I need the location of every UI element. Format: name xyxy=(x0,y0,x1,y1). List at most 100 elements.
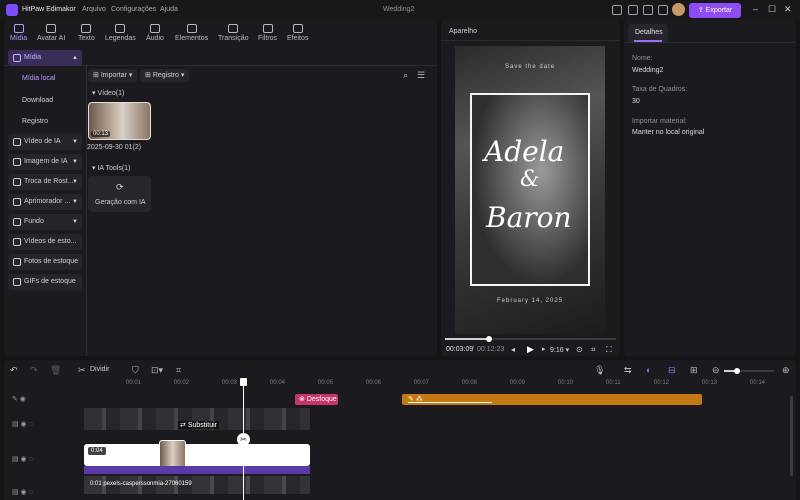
sidebar-item-media[interactable]: Mídia ▲ xyxy=(8,50,82,66)
sidebar-sub-local[interactable]: Mídia local xyxy=(22,75,55,82)
crop-tool-icon[interactable]: ⌗ xyxy=(176,365,181,376)
zoom-slider[interactable] xyxy=(724,368,774,374)
media-thumbnail[interactable]: 00:13 xyxy=(88,102,151,140)
tab-subtitles[interactable]: Legendas xyxy=(105,24,136,42)
refresh-icon: ⟳ xyxy=(116,182,124,192)
preview-progress-track[interactable] xyxy=(445,336,616,342)
ruler-tick: 00:10 xyxy=(558,380,574,386)
tab-effects[interactable]: Efeitos xyxy=(287,24,308,42)
track-3-controls[interactable]: ▤ ◉ ◌ xyxy=(12,488,33,496)
marker-icon[interactable]: ⊡▾ xyxy=(151,365,163,376)
track-2-controls[interactable]: ▤ ◉ ◌ xyxy=(12,455,33,463)
maximize-icon[interactable]: ☐ xyxy=(768,4,776,15)
fullscreen-icon[interactable]: ⛶ xyxy=(606,345,612,355)
sidebar-item-stock-gif[interactable]: GIFs de estoque xyxy=(8,274,82,290)
sidebar-item-ai-image[interactable]: Imagem de IA ▼ xyxy=(8,154,82,170)
tab-text[interactable]: Texto xyxy=(78,24,95,42)
help-icon[interactable] xyxy=(658,5,668,15)
link-icon[interactable]: ⇆ xyxy=(624,365,632,376)
search-icon[interactable]: ⌕ xyxy=(403,70,408,81)
ai-generation-card[interactable]: ⟳ Geração com IA xyxy=(88,176,151,212)
sidebar-sub-download[interactable]: Download xyxy=(22,97,53,104)
tab-details[interactable]: Detalhes xyxy=(628,24,668,42)
blur-effect-clip[interactable]: ⊗ Desfoque xyxy=(295,394,338,405)
ampersand: & xyxy=(520,167,540,192)
ruler-tick: 00:11 xyxy=(606,380,621,386)
zoom-slider-handle[interactable] xyxy=(734,368,740,374)
next-frame-icon[interactable]: ▸ xyxy=(542,345,546,353)
sidebar-item-stock-video[interactable]: Vídeos de esto... xyxy=(8,234,82,250)
project-title: Wedding2 xyxy=(383,6,415,13)
chevron-down-icon: ▼ xyxy=(72,139,78,145)
minimize-icon[interactable]: – xyxy=(753,4,758,14)
magnet-icon[interactable]: ◐ xyxy=(646,365,651,375)
subtitle-icon xyxy=(115,24,126,33)
avatar[interactable] xyxy=(672,3,685,16)
zoom-in-icon[interactable]: ⊕ xyxy=(782,365,790,376)
chevron-up-icon: ▲ xyxy=(72,55,78,61)
menu-settings[interactable]: Configurações xyxy=(111,6,156,13)
split-scissors-icon[interactable]: ✂ xyxy=(237,433,250,446)
aspect-ratio-select[interactable]: 9:16 ▾ xyxy=(550,346,569,354)
mail-icon[interactable] xyxy=(628,5,638,15)
video-section-header[interactable]: ▾ Vídeo(1) xyxy=(92,89,124,97)
tab-media[interactable]: Mídia xyxy=(10,24,27,42)
play-icon[interactable]: ▶ xyxy=(527,344,534,355)
ia-section-header[interactable]: ▾ IA Tools(1) xyxy=(92,164,130,172)
import-button[interactable]: ⊞ Importar ▾ xyxy=(88,69,138,82)
list-view-icon[interactable]: ☰ xyxy=(417,70,425,81)
snap-icon[interactable]: ⊟ xyxy=(668,365,676,376)
cart-icon[interactable] xyxy=(612,5,622,15)
tab-transition[interactable]: Transição xyxy=(218,24,248,42)
timeline-scrollbar[interactable] xyxy=(790,396,793,476)
crop-icon[interactable]: ⌗ xyxy=(591,345,596,355)
timeline-ruler[interactable]: 00:01 00:02 00:03 00:04 00:05 00:06 00:0… xyxy=(84,378,796,390)
tab-audio[interactable]: Áudio xyxy=(146,24,164,42)
app-logo xyxy=(6,4,18,16)
sidebar-item-enhancer[interactable]: Aprimorador ... ▼ xyxy=(8,194,82,210)
registry-button[interactable]: ⊞ Registro ▾ xyxy=(140,69,190,82)
effect-track-controls[interactable]: ✎ ◉ xyxy=(12,395,26,403)
audio-icon xyxy=(149,24,160,33)
undo-icon[interactable]: ↶ xyxy=(10,365,18,376)
snapshot-icon[interactable]: ⊙ xyxy=(576,345,583,354)
replace-button[interactable]: ⇄ Substituir xyxy=(178,421,219,429)
prev-frame-icon[interactable]: ◂ xyxy=(511,345,515,354)
export-button[interactable]: ⇪ Exportar xyxy=(689,3,741,18)
message-icon[interactable] xyxy=(643,5,653,15)
clip-duration-badge: 0:04 xyxy=(88,447,106,455)
preview-panel: Aparelho Save the date Adela & Baron Feb… xyxy=(441,20,620,356)
menu-file[interactable]: Arquivo xyxy=(82,6,106,13)
time-current: 00:03:09 xyxy=(446,346,474,353)
delete-icon[interactable]: 🗑 xyxy=(50,365,61,376)
ruler-tick: 00:09 xyxy=(510,380,526,386)
name-value: Wedding2 xyxy=(632,67,664,74)
menu-help[interactable]: Ajuda xyxy=(160,6,178,13)
track-1-controls[interactable]: ▤ ◉ ◌ xyxy=(12,420,33,428)
sidebar-item-face-swap[interactable]: Troca de Rost... ▼ xyxy=(8,174,82,190)
zoom-out-icon[interactable]: ⊖ xyxy=(712,365,720,376)
microphone-icon[interactable]: 🎙 xyxy=(594,365,605,376)
sidebar-item-stock-photo[interactable]: Fotos de estoque xyxy=(8,254,82,270)
orange-effect-clip[interactable]: ✎ ⁂ xyxy=(402,394,702,405)
transition-icon xyxy=(228,24,239,33)
sidebar-sub-registry[interactable]: Registro xyxy=(22,118,48,125)
main-video-clip[interactable]: 0:04 xyxy=(84,444,310,466)
sidebar-item-ai-video[interactable]: Vídeo de IA ▼ xyxy=(8,134,82,150)
video-preview[interactable]: Save the date Adela & Baron February 14,… xyxy=(455,46,605,334)
fit-icon[interactable]: ⊞ xyxy=(690,365,698,376)
divider xyxy=(86,66,87,356)
sidebar-item-background[interactable]: Fundo ▼ xyxy=(8,214,82,230)
split-icon[interactable]: ✂ xyxy=(78,365,86,376)
preview-progress-handle[interactable] xyxy=(486,336,493,342)
playhead-handle[interactable] xyxy=(240,378,247,386)
split-button[interactable]: Dividir xyxy=(90,366,109,373)
redo-icon[interactable]: ↷ xyxy=(30,365,38,376)
tab-avatar-ai[interactable]: Avatar AI xyxy=(37,24,65,42)
media-icon xyxy=(13,24,24,33)
tab-elements[interactable]: Elementos xyxy=(175,24,208,42)
ruler-tick: 00:05 xyxy=(318,380,334,386)
shield-icon[interactable]: ⛉ xyxy=(132,365,139,376)
close-icon[interactable]: ✕ xyxy=(784,4,792,15)
tab-filters[interactable]: Filtros xyxy=(258,24,277,42)
